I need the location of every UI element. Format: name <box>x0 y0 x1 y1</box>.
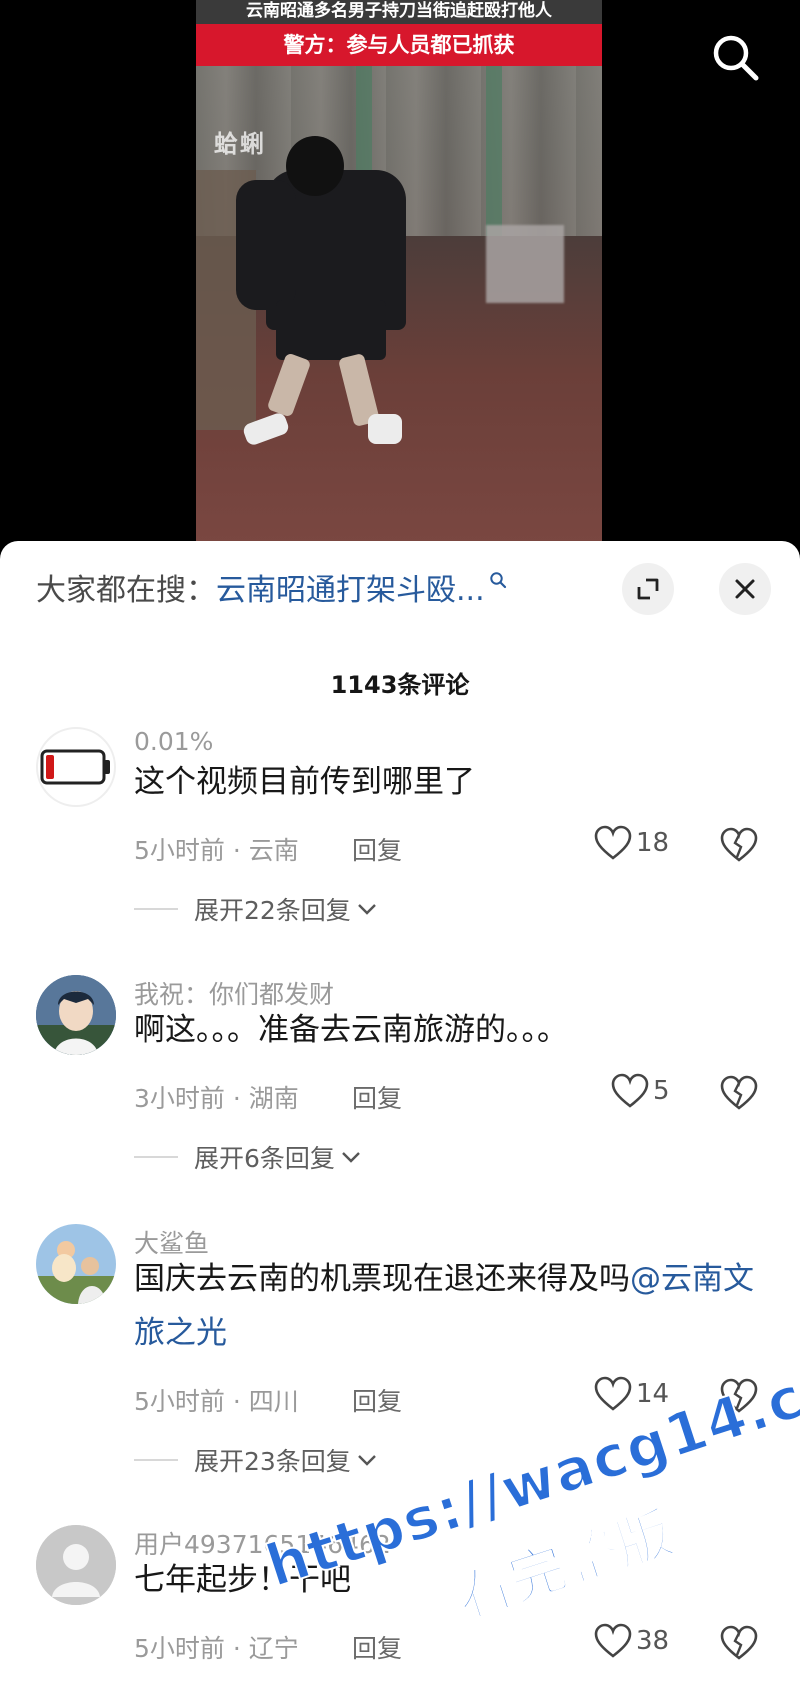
reply-button[interactable]: 回复 <box>352 1629 402 1665</box>
dislike-button[interactable] <box>720 1075 758 1115</box>
comment-count: 1143条评论 <box>330 671 470 699</box>
avatar[interactable] <box>36 1224 116 1304</box>
video-frame[interactable]: 云南昭通多名男子持刀当街追赶殴打他人 警方：参与人员都已抓获 蛤蜊 <box>196 0 602 545</box>
comment-text: 国庆去云南的机票现在退还来得及吗@云南文旅之光 <box>134 1252 774 1360</box>
comment-text: 七年起步！干吧 <box>134 1562 351 1598</box>
comment-text-body: 国庆去云南的机票现在退还来得及吗 <box>134 1261 630 1297</box>
expand-replies-button[interactable]: 展开23条回复 <box>134 1442 377 1478</box>
like-count: 38 <box>636 1626 670 1656</box>
dislike-button[interactable] <box>720 827 758 867</box>
avatar[interactable] <box>36 975 116 1055</box>
comment-meta: 3小时前 · 湖南 <box>134 1084 299 1113</box>
heart-icon <box>594 1623 632 1658</box>
like-button[interactable]: 18 <box>594 825 669 861</box>
like-count: 14 <box>636 1379 670 1409</box>
close-icon <box>735 579 755 599</box>
video-banner: 警方：参与人员都已抓获 <box>196 24 602 66</box>
close-button[interactable] <box>719 563 771 615</box>
avatar[interactable] <box>36 727 116 807</box>
expand-icon <box>637 578 659 600</box>
search-icon <box>713 35 759 81</box>
video-player[interactable]: 云南昭通多名男子持刀当街追赶殴打他人 警方：参与人员都已抓获 蛤蜊 <box>0 0 800 545</box>
like-button[interactable]: 38 <box>594 1623 669 1659</box>
hot-search-row: 大家都在搜： 云南昭通打架斗殴... <box>36 565 507 609</box>
chevron-down-icon <box>342 1152 360 1163</box>
hot-search-label: 大家都在搜： <box>36 573 216 608</box>
broken-heart-icon <box>720 1625 758 1660</box>
dislike-button[interactable] <box>720 1625 758 1665</box>
video-headline: 云南昭通多名男子持刀当街追赶殴打他人 <box>196 0 602 24</box>
broken-heart-icon <box>720 1378 758 1413</box>
user-avatar-image <box>36 975 116 1055</box>
scene-figure-shoe <box>368 414 402 444</box>
comment-text: 这个视频目前传到哪里了 <box>134 764 475 800</box>
search-icon[interactable] <box>489 571 507 589</box>
default-avatar-icon <box>36 1525 116 1605</box>
chevron-down-icon <box>357 904 376 915</box>
broken-heart-icon <box>720 1075 758 1110</box>
scene-figure-shorts <box>276 300 386 360</box>
heart-icon <box>594 1376 632 1411</box>
like-count: 5 <box>653 1076 670 1106</box>
like-count: 18 <box>636 828 670 858</box>
search-button[interactable] <box>710 32 760 82</box>
avatar[interactable] <box>36 1525 116 1605</box>
divider-line <box>134 1156 178 1158</box>
battery-icon <box>40 749 110 785</box>
comment-meta: 5小时前 · 四川 <box>134 1387 299 1416</box>
comment-meta: 5小时前 · 云南 <box>134 836 299 865</box>
comment-text: 啊这。。。准备去云南旅游的。。。 <box>134 1012 568 1048</box>
broken-heart-icon <box>720 827 758 862</box>
expand-replies-button[interactable]: 展开6条回复 <box>134 1139 361 1175</box>
expand-replies-label: 展开22条回复 <box>194 896 351 925</box>
chevron-down-icon <box>357 1455 376 1466</box>
expand-button[interactable] <box>622 563 674 615</box>
reply-button[interactable]: 回复 <box>352 1079 402 1115</box>
like-button[interactable]: 14 <box>594 1376 669 1412</box>
reply-button[interactable]: 回复 <box>352 1382 402 1418</box>
divider-line <box>134 1459 178 1461</box>
scene-figure-head <box>286 136 344 196</box>
heart-icon <box>594 825 632 860</box>
expand-replies-label: 展开23条回复 <box>194 1447 351 1476</box>
blurred-region <box>486 225 564 303</box>
comment-username[interactable]: 0.01% <box>134 727 213 756</box>
divider-line <box>134 908 178 910</box>
expand-replies-label: 展开6条回复 <box>194 1144 335 1173</box>
video-watermark: 蛤蜊 <box>214 129 266 158</box>
expand-replies-button[interactable]: 展开22条回复 <box>134 891 377 927</box>
user-avatar-image <box>36 1224 116 1304</box>
comment-meta: 5小时前 · 辽宁 <box>134 1634 299 1663</box>
scene-figure-second <box>236 180 296 310</box>
comments-sheet: 大家都在搜： 云南昭通打架斗殴... 1143条评论 0.01% 这个视频目前传… <box>0 541 800 1704</box>
dislike-button[interactable] <box>720 1378 758 1418</box>
reply-button[interactable]: 回复 <box>352 831 402 867</box>
hot-search-query[interactable]: 云南昭通打架斗殴... <box>216 565 485 609</box>
like-button[interactable]: 5 <box>611 1073 670 1109</box>
heart-icon <box>611 1073 649 1108</box>
